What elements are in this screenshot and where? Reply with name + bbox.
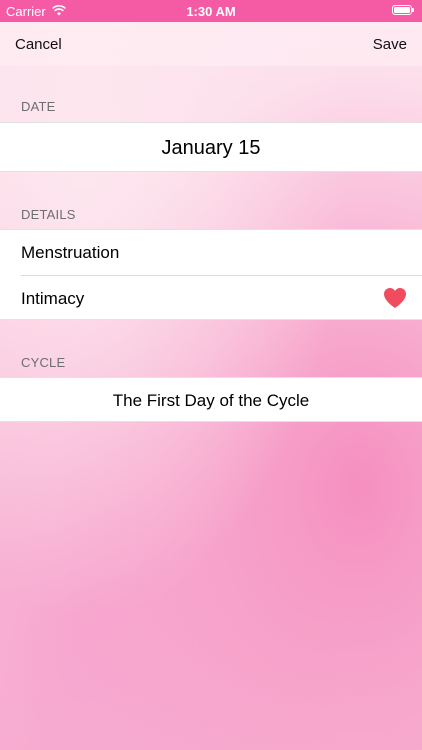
status-bar: Carrier 1:30 AM	[0, 0, 422, 22]
section-header-details: DETAILS	[21, 207, 76, 222]
cancel-button[interactable]: Cancel	[15, 22, 62, 66]
cycle-row[interactable]: The First Day of the Cycle	[0, 377, 422, 422]
battery-icon	[392, 5, 414, 15]
list-item-menstruation[interactable]: Menstruation	[0, 230, 422, 275]
cycle-value: The First Day of the Cycle	[112, 391, 310, 410]
date-value: January 15	[161, 137, 261, 159]
intimacy-label: Intimacy	[21, 289, 85, 308]
section-header-cycle: CYCLE	[21, 355, 66, 370]
heart-icon[interactable]	[383, 287, 407, 309]
section-header-date: DATE	[21, 99, 56, 114]
clock: 1:30 AM	[186, 4, 236, 19]
save-button[interactable]: Save	[373, 22, 407, 66]
menstruation-label: Menstruation	[21, 243, 120, 262]
navigation-bar: Cancel Save	[0, 22, 422, 66]
date-row[interactable]: January 15	[0, 122, 422, 172]
details-group: Menstruation Intimacy	[0, 229, 422, 320]
list-item-intimacy[interactable]: Intimacy	[0, 276, 422, 321]
